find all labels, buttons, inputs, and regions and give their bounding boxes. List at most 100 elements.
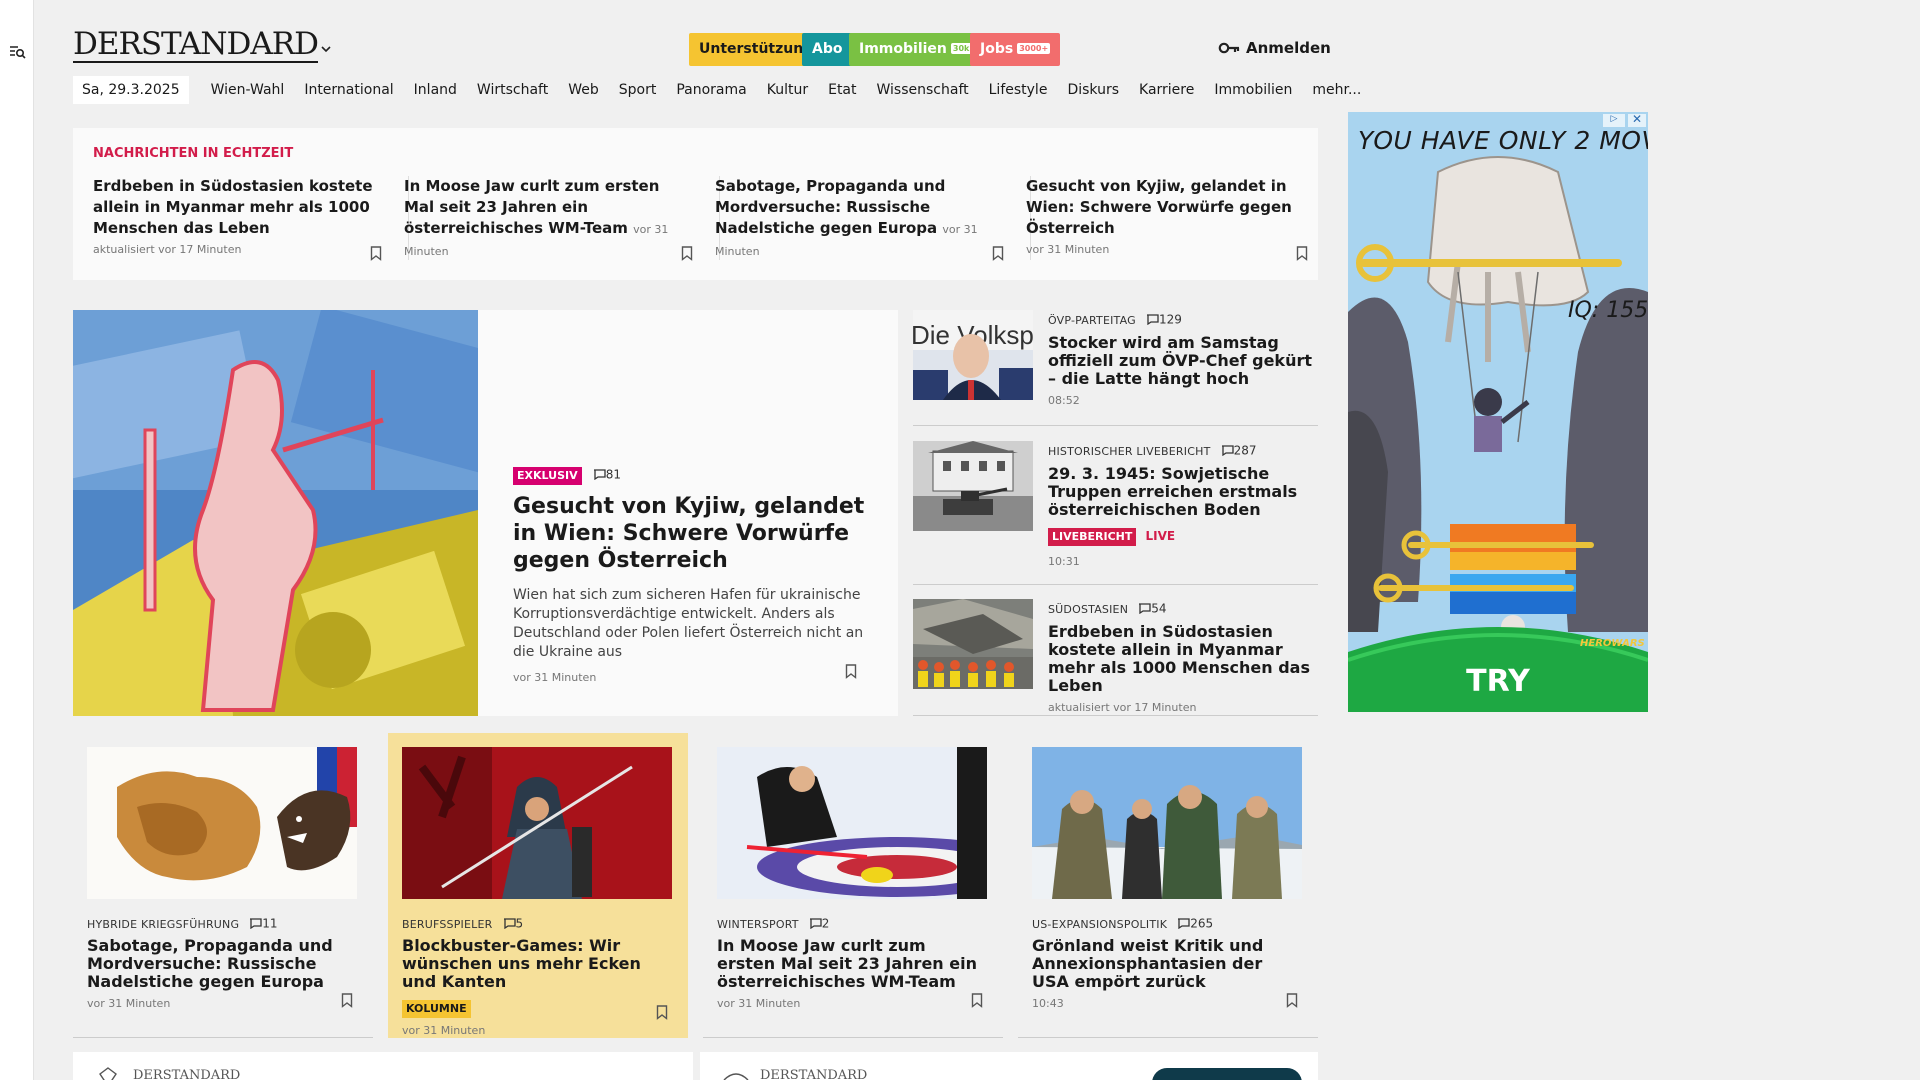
jobs-button[interactable]: Jobs 3000+	[970, 33, 1061, 66]
comment-count: 81	[605, 467, 621, 482]
story-card-kicker: HYBRIDE KRIEGSFÜHRUNG	[87, 918, 240, 931]
jobs-count-badge: 3000+	[1017, 43, 1051, 54]
footer-cta-button[interactable]	[1152, 1068, 1302, 1080]
ticker-item[interactable]: In Moose Jaw curlt zum ersten Mal seit 2…	[404, 176, 720, 266]
side-story[interactable]: SÜDOSTASIEN 54 Erdbeben in Südostasien k…	[913, 599, 1372, 716]
nav-item-karriere[interactable]: Karriere	[1129, 76, 1204, 104]
story-card-time: vor 31 Minuten	[87, 997, 171, 1010]
comment-count: 265	[1190, 916, 1214, 931]
nav-item-inland[interactable]: Inland	[404, 76, 467, 104]
footer-promo-box[interactable]: DERSTANDARD	[73, 1052, 693, 1080]
side-story-image[interactable]	[913, 599, 1033, 689]
story-card-image[interactable]	[717, 747, 987, 899]
nav-item-immobilien[interactable]: Immobilien	[1204, 76, 1302, 104]
story-card-column[interactable]: BERUFSSPIELER 5 Blockbuster-Games: Wir w…	[388, 733, 688, 1038]
ticker-item[interactable]: Sabotage, Propaganda und Mordversuche: R…	[715, 176, 1031, 266]
site-logo[interactable]: DERSTANDARD	[73, 28, 319, 63]
side-story-image[interactable]	[913, 441, 1033, 531]
ticker-item[interactable]: Gesucht von Kyjiw, gelandet in Wien: Sch…	[1026, 176, 1316, 266]
ticker-item-title[interactable]: Gesucht von Kyjiw, gelandet in Wien: Sch…	[1026, 176, 1316, 239]
live-news-ticker: NACHRICHTEN IN ECHTZEIT Erdbeben in Südo…	[73, 128, 1318, 280]
story-card[interactable]: WINTERSPORT 2 In Moose Jaw curlt zum ers…	[703, 733, 1003, 1038]
lead-story-meta: EXKLUSIV 81	[513, 464, 873, 485]
immobilien-button[interactable]: Immobilien 30k+	[849, 33, 989, 66]
story-card-time: vor 31 Minuten	[717, 997, 801, 1010]
lead-story-image[interactable]	[73, 310, 478, 716]
side-story-time: aktualisiert vor 17 Minuten	[1048, 701, 1197, 714]
ticker-item-title[interactable]: Erdbeben in Südostasien kostete allein i…	[93, 176, 383, 239]
ticker-item[interactable]: Erdbeben in Südostasien kostete allein i…	[93, 176, 409, 266]
comment-count: 287	[1233, 443, 1257, 458]
comment-count: 129	[1158, 312, 1182, 327]
bookmark-icon[interactable]	[681, 246, 693, 261]
current-date: Sa, 29.3.2025	[73, 76, 189, 104]
abo-button[interactable]: Abo	[802, 33, 853, 66]
story-card-title[interactable]: In Moose Jaw curlt zum ersten Mal seit 2…	[717, 937, 989, 991]
comment-icon	[1146, 314, 1159, 326]
nav-item-wirtschaft[interactable]: Wirtschaft	[467, 76, 558, 104]
story-card-title[interactable]: Blockbuster-Games: Wir wünschen uns mehr…	[402, 937, 674, 991]
nav-item-sport[interactable]: Sport	[609, 76, 667, 104]
divider	[1018, 1037, 1318, 1038]
story-card-time: vor 31 Minuten	[402, 1024, 486, 1037]
side-story-title[interactable]: 29. 3. 1945: Sowjetische Truppen erreich…	[1048, 465, 1318, 519]
story-card-kicker: BERUFSSPIELER	[402, 918, 493, 931]
nav-item-more[interactable]: mehr...	[1302, 76, 1371, 104]
bookmark-icon[interactable]	[1296, 246, 1308, 261]
nav-item-kultur[interactable]: Kultur	[757, 76, 818, 104]
story-card-time: 10:43	[1032, 997, 1064, 1010]
story-card-image[interactable]	[87, 747, 357, 899]
side-story-title[interactable]: Stocker wird am Samstag offiziell zum ÖV…	[1048, 334, 1318, 388]
side-story-image[interactable]: Die Volkspart	[913, 310, 1033, 400]
side-story-title[interactable]: Erdbeben in Südostasien kostete allein i…	[1048, 623, 1318, 695]
story-card-image[interactable]	[402, 747, 672, 899]
adchoices-icon[interactable]: ▷	[1605, 114, 1623, 127]
story-card-kicker: US-EXPANSIONSPOLITIK	[1032, 918, 1168, 931]
ticker-item-time: aktualisiert vor 17 Minuten	[93, 243, 242, 256]
story-card-title[interactable]: Grönland weist Kritik und Annexionsphant…	[1032, 937, 1304, 991]
ad-try-button[interactable]: TRY	[1348, 664, 1648, 699]
nav-item-international[interactable]: International	[294, 76, 403, 104]
chevron-down-icon[interactable]	[321, 42, 331, 56]
story-card-content: BERUFSSPIELER 5 Blockbuster-Games: Wir w…	[402, 913, 674, 1037]
game-advertisement[interactable]: YOU HAVE ONLY 2 MOVES IQ: 155 HEROWARS T…	[1348, 112, 1648, 712]
nav-item-lifestyle[interactable]: Lifestyle	[979, 76, 1058, 104]
lead-story[interactable]: EXKLUSIV 81 Gesucht von Kyjiw, gelandet …	[73, 310, 898, 716]
nav-item-wien-wahl[interactable]: Wien-Wahl	[201, 76, 295, 104]
bookmark-icon[interactable]	[370, 246, 382, 261]
side-story[interactable]: Die Volkspart ÖVP-PARTEITAG 129 Stocker …	[913, 310, 1372, 426]
nav-item-panorama[interactable]: Panorama	[666, 76, 756, 104]
live-row: LIVEBERICHT LIVE	[1048, 525, 1318, 546]
comment-icon	[503, 918, 516, 930]
side-story-time: 10:31	[1048, 555, 1080, 568]
story-card-kicker: WINTERSPORT	[717, 918, 799, 931]
story-card-image[interactable]	[1032, 747, 1302, 899]
live-indicator: LIVE	[1145, 529, 1176, 543]
bookmark-icon[interactable]	[971, 993, 983, 1008]
bookmark-icon[interactable]	[992, 246, 1004, 261]
nav-item-etat[interactable]: Etat	[818, 76, 866, 104]
story-card-content: WINTERSPORT 2 In Moose Jaw curlt zum ers…	[717, 913, 989, 1011]
footer-logo: DERSTANDARD	[133, 1068, 241, 1080]
lead-story-teaser: Wien hat sich zum sicheren Hafen für ukr…	[513, 587, 864, 660]
footer-logo: DERSTANDARD	[760, 1068, 868, 1080]
nav-item-wissenschaft[interactable]: Wissenschaft	[867, 76, 979, 104]
nav-item-web[interactable]: Web	[558, 76, 609, 104]
bookmark-icon[interactable]	[341, 993, 353, 1008]
ticker-item-title[interactable]: Sabotage, Propaganda und Mordversuche: R…	[715, 176, 1005, 262]
ticker-item-title[interactable]: In Moose Jaw curlt zum ersten Mal seit 2…	[404, 176, 694, 262]
story-card[interactable]: HYBRIDE KRIEGSFÜHRUNG 11 Sabotage, Propa…	[73, 733, 373, 1038]
ad-close-icon[interactable]: ✕	[1629, 112, 1645, 126]
login-button[interactable]: Anmelden	[1218, 36, 1331, 60]
footer-promo-box[interactable]: DERSTANDARD	[700, 1052, 1318, 1080]
story-card-title[interactable]: Sabotage, Propaganda und Mordversuche: R…	[87, 937, 359, 991]
menu-search-icon[interactable]	[10, 44, 26, 63]
ad-brand-logo: HEROWARS	[1580, 638, 1645, 649]
side-story[interactable]: HISTORISCHER LIVEBERICHT 287 29. 3. 1945…	[913, 441, 1372, 585]
nav-item-diskurs[interactable]: Diskurs	[1057, 76, 1129, 104]
bookmark-icon[interactable]	[1286, 993, 1298, 1008]
lead-story-title[interactable]: Gesucht von Kyjiw, gelandet in Wien: Sch…	[513, 493, 873, 574]
bookmark-icon[interactable]	[845, 664, 857, 679]
story-card[interactable]: US-EXPANSIONSPOLITIK 265 Grönland weist …	[1018, 733, 1318, 1038]
bookmark-icon[interactable]	[656, 1005, 668, 1020]
